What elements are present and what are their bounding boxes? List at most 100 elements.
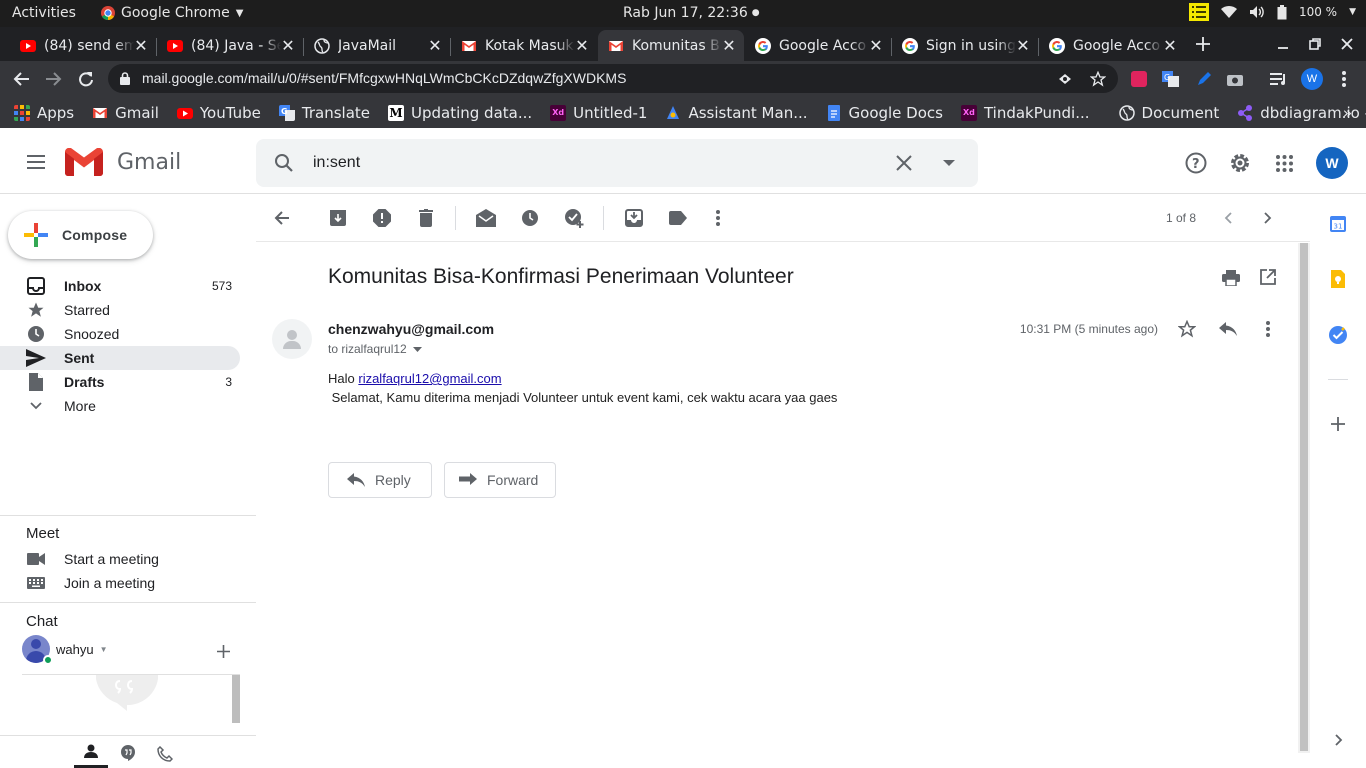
back-button[interactable] [272, 208, 292, 228]
tab[interactable]: Kotak Masuk ✕ [451, 30, 597, 61]
address-bar[interactable]: mail.google.com/mail/u/0/#sent/FMfcgxwHN… [108, 64, 1118, 93]
help-icon[interactable]: ? [1185, 152, 1207, 174]
calendar-icon[interactable]: 31 [1328, 214, 1348, 234]
keep-icon[interactable] [1328, 269, 1348, 289]
move-to-button[interactable] [624, 208, 644, 228]
tab[interactable]: Google Acco ✕ [745, 30, 891, 61]
close-icon[interactable]: ✕ [1163, 36, 1177, 55]
close-icon[interactable]: ✕ [134, 36, 148, 55]
app-menu[interactable]: Google Chrome ▼ [101, 5, 243, 21]
nav-sent[interactable]: Sent [0, 346, 240, 370]
kebab-menu-icon[interactable] [1342, 71, 1346, 87]
expand-panel-chevron-icon[interactable] [1328, 730, 1348, 750]
search-bar[interactable]: in:sent [256, 139, 978, 187]
clear-search-icon[interactable] [896, 155, 912, 171]
add-chat-icon[interactable] [217, 645, 230, 658]
bookmark-translate[interactable]: G Translate [270, 104, 379, 122]
minimize-icon[interactable] [1276, 37, 1290, 51]
nav-inbox[interactable]: Inbox 573 [0, 274, 240, 298]
labels-button[interactable] [668, 208, 688, 228]
mark-unread-button[interactable] [476, 208, 496, 228]
close-window-icon[interactable] [1340, 37, 1354, 51]
snooze-button[interactable] [520, 208, 540, 228]
account-avatar[interactable]: W [1316, 147, 1348, 179]
bookmark-xd[interactable]: Xd Untitled-1 [541, 104, 656, 122]
nav-more[interactable]: More [0, 394, 240, 418]
bookmark-apps[interactable]: Apps [0, 104, 83, 122]
main-menu-icon[interactable] [26, 155, 46, 169]
restore-icon[interactable] [1308, 37, 1322, 51]
tab[interactable]: Sign in using ✕ [892, 30, 1038, 61]
print-icon[interactable] [1222, 270, 1240, 286]
activities-button[interactable]: Activities [12, 5, 76, 21]
close-icon[interactable]: ✕ [575, 36, 589, 55]
chat-user[interactable]: wahyu ▼ [22, 635, 108, 665]
open-new-window-icon[interactable] [1260, 269, 1276, 285]
bookmark-assistant[interactable]: Assistant Man... [656, 104, 816, 122]
compose-button[interactable]: Compose [8, 211, 153, 259]
join-meeting-button[interactable]: Join a meeting [0, 571, 155, 595]
add-task-button[interactable] [564, 208, 584, 228]
tab[interactable]: Google Acco ✕ [1039, 30, 1185, 61]
tab-active[interactable]: Komunitas B ✕ [598, 30, 744, 61]
tab[interactable]: (84) send em ✕ [10, 30, 156, 61]
report-spam-button[interactable] [372, 208, 392, 228]
reload-icon[interactable] [78, 71, 94, 87]
message-scrollbar[interactable] [1298, 243, 1310, 753]
notes-icon[interactable] [1188, 3, 1209, 21]
archive-button[interactable] [328, 208, 348, 228]
search-icon[interactable] [274, 153, 294, 173]
star-icon[interactable] [1178, 320, 1196, 338]
close-icon[interactable]: ✕ [1016, 36, 1030, 55]
close-icon[interactable]: ✕ [869, 36, 883, 55]
recipient-email-link[interactable]: rizalfaqrul12@gmail.com [358, 371, 501, 386]
sender-avatar[interactable] [272, 319, 312, 359]
bookmark-docs[interactable]: Google Docs [817, 104, 952, 122]
forward-arrow-icon[interactable] [45, 71, 62, 87]
search-options-icon[interactable] [943, 160, 955, 166]
newer-button[interactable] [1218, 208, 1238, 228]
system-tray[interactable]: 100 % ▼ [1188, 3, 1356, 21]
chevron-down-icon[interactable] [412, 346, 422, 352]
delete-button[interactable] [416, 208, 436, 228]
settings-gear-icon[interactable] [1229, 152, 1251, 174]
forward-button[interactable]: Forward [444, 462, 556, 498]
pen-extension-icon[interactable] [1196, 71, 1212, 87]
scrollbar-thumb[interactable] [1300, 243, 1308, 751]
add-addon-icon[interactable] [1328, 414, 1348, 434]
media-control-icon[interactable] [1270, 72, 1288, 86]
nav-drafts[interactable]: Drafts 3 [0, 370, 240, 394]
more-actions-button[interactable] [708, 208, 728, 228]
tasks-icon[interactable] [1328, 325, 1348, 345]
close-icon[interactable]: ✕ [722, 36, 736, 55]
chat-tab-people[interactable] [74, 736, 108, 768]
search-input[interactable]: in:sent [313, 154, 360, 172]
nav-snoozed[interactable]: Snoozed [0, 322, 240, 346]
camera-extension-icon[interactable] [1227, 72, 1243, 86]
chat-scrollbar[interactable] [232, 675, 240, 723]
bookmark-gmail[interactable]: Gmail [83, 104, 168, 122]
clock[interactable]: Rab Jun 17, 22:36 ● [623, 5, 760, 21]
gmail-logo[interactable]: Gmail [65, 148, 181, 177]
reply-button[interactable]: Reply [328, 462, 432, 498]
tab[interactable]: (84) Java - Se ✕ [157, 30, 303, 61]
sender-email[interactable]: chenzwahyu@gmail.com [328, 321, 494, 337]
recipient-line[interactable]: to rizalfaqrul12 [328, 342, 422, 356]
close-icon[interactable]: ✕ [428, 36, 442, 55]
hangouts-icon[interactable] [121, 745, 135, 761]
back-arrow-icon[interactable] [13, 71, 30, 87]
phone-icon[interactable] [157, 746, 173, 762]
bookmark-youtube[interactable]: YouTube [168, 104, 270, 122]
close-icon[interactable]: ✕ [281, 36, 295, 55]
google-apps-icon[interactable] [1276, 155, 1293, 172]
bookmark-medium[interactable]: M Updating data... [379, 104, 541, 122]
nav-starred[interactable]: Starred [0, 298, 240, 322]
older-button[interactable] [1258, 208, 1278, 228]
eye-slash-icon[interactable] [1058, 72, 1072, 86]
chevron-right-double-icon[interactable]: » [1343, 104, 1352, 122]
profile-avatar[interactable]: W [1301, 68, 1323, 90]
new-tab-icon[interactable] [1195, 36, 1211, 52]
reply-icon[interactable] [1219, 322, 1237, 336]
tab[interactable]: JavaMail ✕ [304, 30, 450, 61]
star-icon[interactable] [1090, 71, 1106, 87]
